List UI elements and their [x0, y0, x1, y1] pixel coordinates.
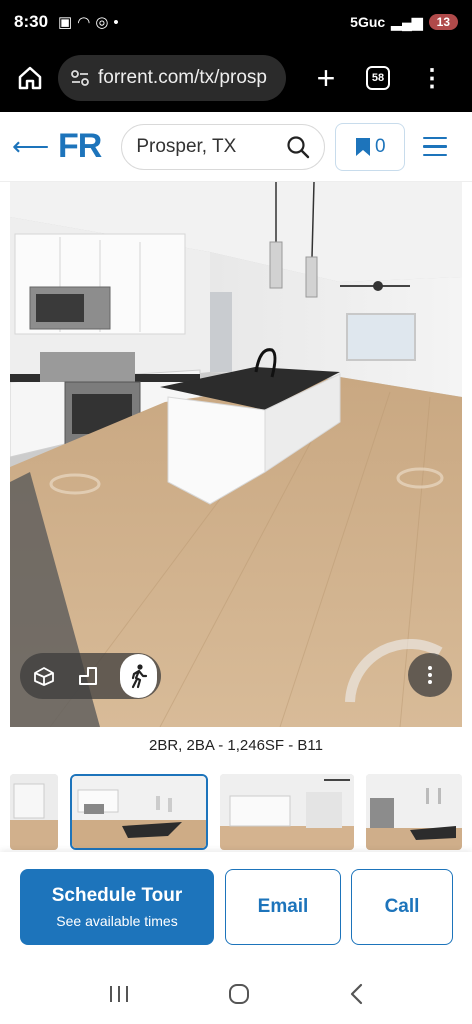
tour-mode-controls	[20, 653, 161, 699]
browser-toolbar: forrent.com/tx/prosp + 58 ⋮	[0, 44, 472, 112]
status-time: 8:30	[14, 12, 49, 31]
contact-action-bar: Schedule Tour See available times Email …	[0, 852, 472, 964]
schedule-tour-button[interactable]: Schedule Tour See available times	[20, 869, 214, 945]
schedule-tour-sublabel: See available times	[56, 913, 178, 929]
schedule-tour-label: Schedule Tour	[51, 885, 183, 906]
bookmark-icon	[356, 137, 371, 156]
home-icon	[18, 66, 42, 90]
back-nav-icon[interactable]	[348, 982, 364, 1006]
url-text: forrent.com/tx/prosp	[98, 67, 267, 88]
battery-badge: 13	[428, 14, 458, 30]
search-value: Prosper, TX	[136, 135, 237, 157]
dollhouse-view-button[interactable]	[32, 663, 56, 689]
kitchen-living-room-photo	[10, 182, 462, 727]
browser-menu-button[interactable]: ⋮	[420, 64, 444, 93]
wifi-icon: ◠	[77, 14, 91, 31]
photo-thumbnail-strip	[0, 772, 472, 852]
walkthrough-view-button[interactable]	[120, 654, 157, 698]
thumbnail[interactable]	[366, 774, 462, 850]
status-bar: 8:30 ▣ ◠ ◎ • 5Guc ▂▄▆ 13	[0, 0, 472, 44]
dot-icon: •	[113, 13, 119, 31]
home-nav-icon[interactable]	[227, 982, 251, 1006]
walking-person-icon	[131, 664, 147, 689]
status-right: 5Guc ▂▄▆ 13	[350, 14, 458, 31]
location-search[interactable]: Prosper, TX	[121, 123, 326, 170]
signal-icon: ▂▄▆	[391, 13, 423, 30]
site-menu-button[interactable]	[423, 136, 448, 157]
site-settings-icon	[71, 70, 89, 86]
status-icons: ▣ ◠ ◎ •	[58, 13, 119, 32]
saved-count: 0	[375, 135, 386, 157]
floorplan-view-button[interactable]	[76, 663, 100, 689]
back-arrow-icon[interactable]: ⟵	[12, 131, 49, 162]
page: 8:30 ▣ ◠ ◎ • 5Guc ▂▄▆ 13 forrent.com/tx/…	[0, 0, 472, 1024]
hotspot-icon: ◎	[95, 14, 109, 31]
unit-caption: 2BR, 2BA - 1,246SF - B11	[149, 737, 323, 754]
recent-apps-icon[interactable]	[108, 984, 130, 1004]
screenshot-icon: ▣	[58, 14, 73, 31]
system-nav-bar	[0, 964, 472, 1024]
thumbnail-selected[interactable]	[70, 774, 208, 850]
home-button[interactable]	[10, 58, 50, 98]
thumbnail[interactable]	[220, 774, 354, 850]
saved-listings-button[interactable]: 0	[335, 122, 406, 171]
address-bar[interactable]: forrent.com/tx/prosp	[58, 55, 286, 101]
viewer-more-options-button[interactable]	[408, 653, 452, 697]
dollhouse-icon	[34, 667, 54, 686]
tour-viewer[interactable]	[10, 182, 462, 727]
email-button[interactable]: Email	[225, 869, 341, 945]
tab-switcher-button[interactable]: 58	[366, 66, 390, 90]
network-label: 5Guc	[350, 14, 386, 30]
site-header: ⟵ FR Prosper, TX 0	[0, 112, 472, 182]
search-icon[interactable]	[286, 135, 310, 159]
call-button[interactable]: Call	[351, 869, 453, 945]
site-logo[interactable]: FR	[58, 127, 102, 166]
thumbnail[interactable]	[10, 774, 58, 850]
new-tab-button[interactable]: +	[308, 62, 344, 94]
floorplan-icon	[79, 667, 97, 685]
